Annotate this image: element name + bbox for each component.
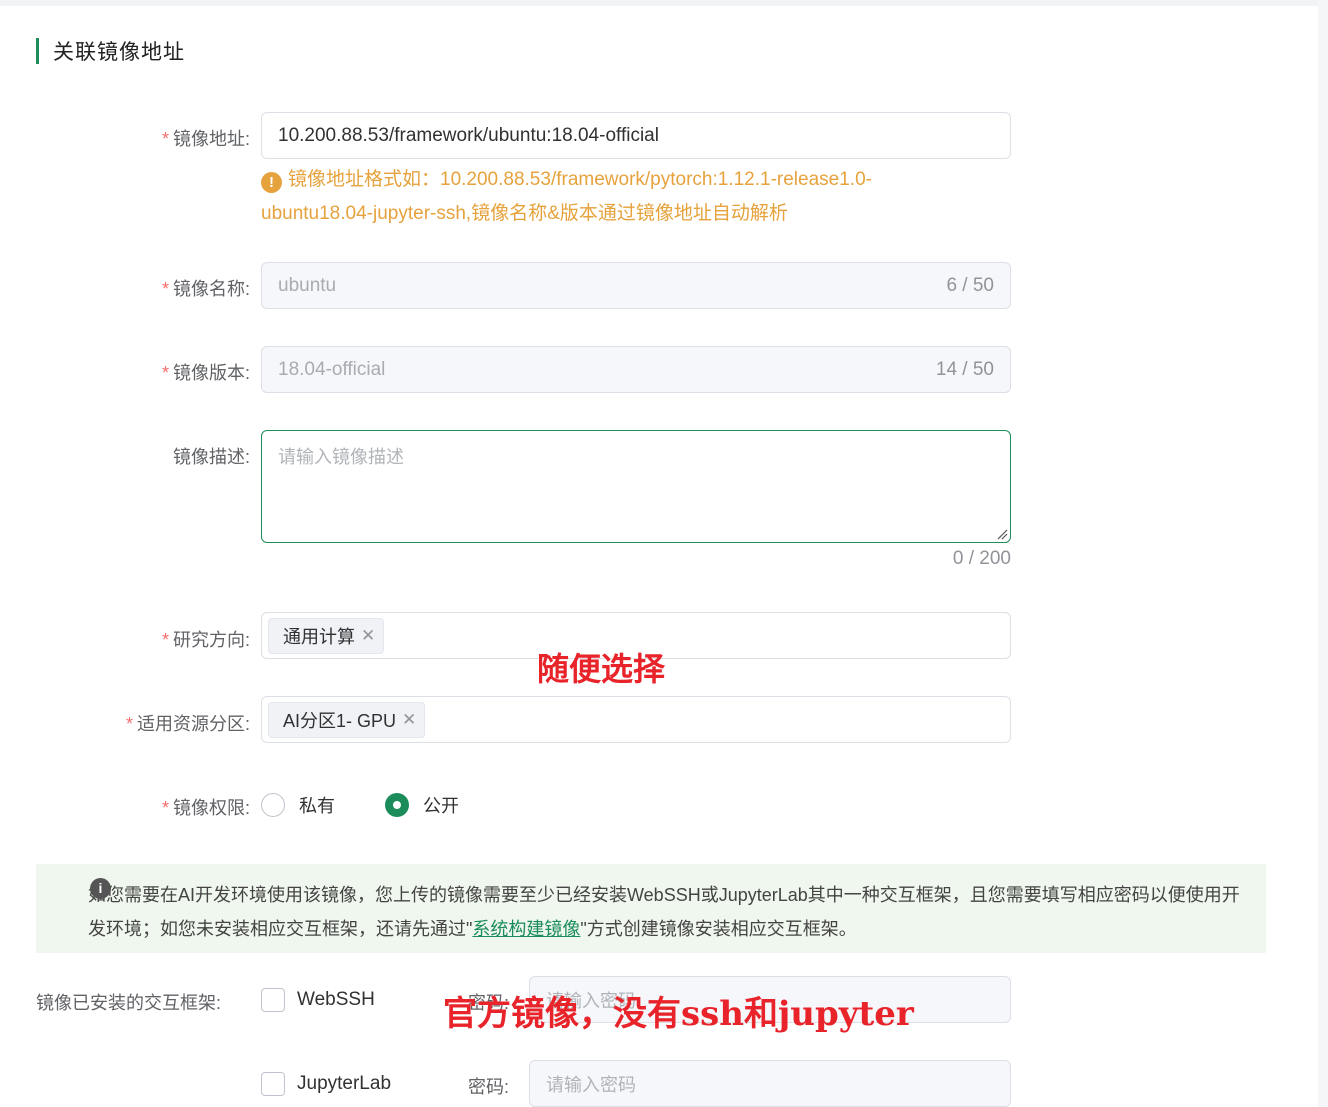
permission-label: * 镜像权限: — [161, 798, 250, 818]
image-desc-count: 0 / 200 — [952, 548, 1011, 569]
page-scroll-gutter — [1318, 0, 1328, 1107]
jupyterlab-checkbox[interactable] — [261, 1072, 285, 1096]
image-name-label: * 镜像名称: — [161, 279, 250, 299]
webssh-label[interactable]: WebSSH — [297, 989, 375, 1011]
section-title: 关联镜像地址 — [36, 38, 185, 64]
frameworks-label: 镜像已安装的交互框架: — [36, 993, 221, 1013]
research-label: * 研究方向: — [161, 630, 250, 650]
resource-select[interactable]: AI分区1- GPU ✕ — [261, 696, 1011, 743]
radio-private[interactable] — [261, 793, 285, 817]
image-desc-textarea[interactable]: 请输入镜像描述 — [261, 430, 1011, 543]
required-mark: * — [161, 363, 169, 383]
resize-grip-icon[interactable] — [996, 528, 1008, 540]
jupyterlab-label[interactable]: JupyterLab — [297, 1073, 391, 1095]
image-address-hint: ! 镜像地址格式如：10.200.88.53/framework/pytorch:… — [261, 169, 872, 224]
research-tag: 通用计算 ✕ — [268, 617, 385, 654]
info-icon: i — [90, 878, 111, 899]
required-mark: * — [161, 279, 169, 299]
radio-public[interactable] — [385, 793, 409, 817]
close-icon[interactable]: ✕ — [402, 710, 416, 730]
image-version-value: 18.04-official — [278, 358, 386, 380]
jupyterlab-password-input[interactable]: 请输入密码 — [529, 1060, 1011, 1107]
system-build-image-link[interactable]: 系统构建镜像 — [472, 919, 580, 939]
image-desc-label: 镜像描述: — [172, 447, 250, 467]
warning-icon: ! — [261, 172, 282, 193]
close-icon[interactable]: ✕ — [361, 626, 375, 646]
image-version-label: * 镜像版本: — [161, 363, 250, 383]
section-accent-bar — [36, 38, 39, 64]
section-title-text: 关联镜像地址 — [53, 41, 185, 64]
required-mark: * — [161, 129, 169, 149]
required-mark: * — [125, 714, 133, 734]
resource-label: * 适用资源分区: — [125, 714, 250, 734]
image-name-value: ubuntu — [278, 274, 337, 296]
radio-public-label[interactable]: 公开 — [423, 792, 459, 818]
permission-radio-group: 私有 公开 — [261, 790, 459, 820]
radio-private-label[interactable]: 私有 — [299, 792, 335, 818]
image-address-label: * 镜像地址: — [161, 129, 250, 149]
notice-text: 如您需要在AI开发环境使用该镜像，您上传的镜像需要至少已经安装WebSSH或Ju… — [88, 885, 1240, 939]
image-version-count: 14 / 50 — [935, 358, 994, 380]
image-desc-placeholder: 请输入镜像描述 — [278, 447, 404, 467]
required-mark: * — [161, 798, 169, 818]
jupyterlab-password-label: 密码: — [468, 1077, 510, 1097]
framework-notice: i 如您需要在AI开发环境使用该镜像，您上传的镜像需要至少已经安装WebSSH或… — [36, 864, 1266, 953]
webssh-checkbox[interactable] — [261, 988, 285, 1012]
top-divider — [0, 0, 1328, 6]
jupyterlab-password-placeholder: 请输入密码 — [546, 1074, 636, 1095]
image-address-input[interactable]: 10.200.88.53/framework/ubuntu:18.04-offi… — [261, 112, 1011, 159]
image-name-count: 6 / 50 — [946, 274, 994, 296]
image-address-value: 10.200.88.53/framework/ubuntu:18.04-offi… — [278, 124, 659, 146]
annotation-official-note: 官方镜像，没有ssh和jupyter — [443, 994, 914, 1034]
required-mark: * — [161, 630, 169, 650]
image-name-input[interactable]: ubuntu 6 / 50 — [261, 262, 1011, 309]
image-version-input[interactable]: 18.04-official 14 / 50 — [261, 346, 1011, 393]
resource-tag: AI分区1- GPU ✕ — [268, 701, 426, 738]
annotation-random-select: 随便选择 — [537, 650, 666, 688]
